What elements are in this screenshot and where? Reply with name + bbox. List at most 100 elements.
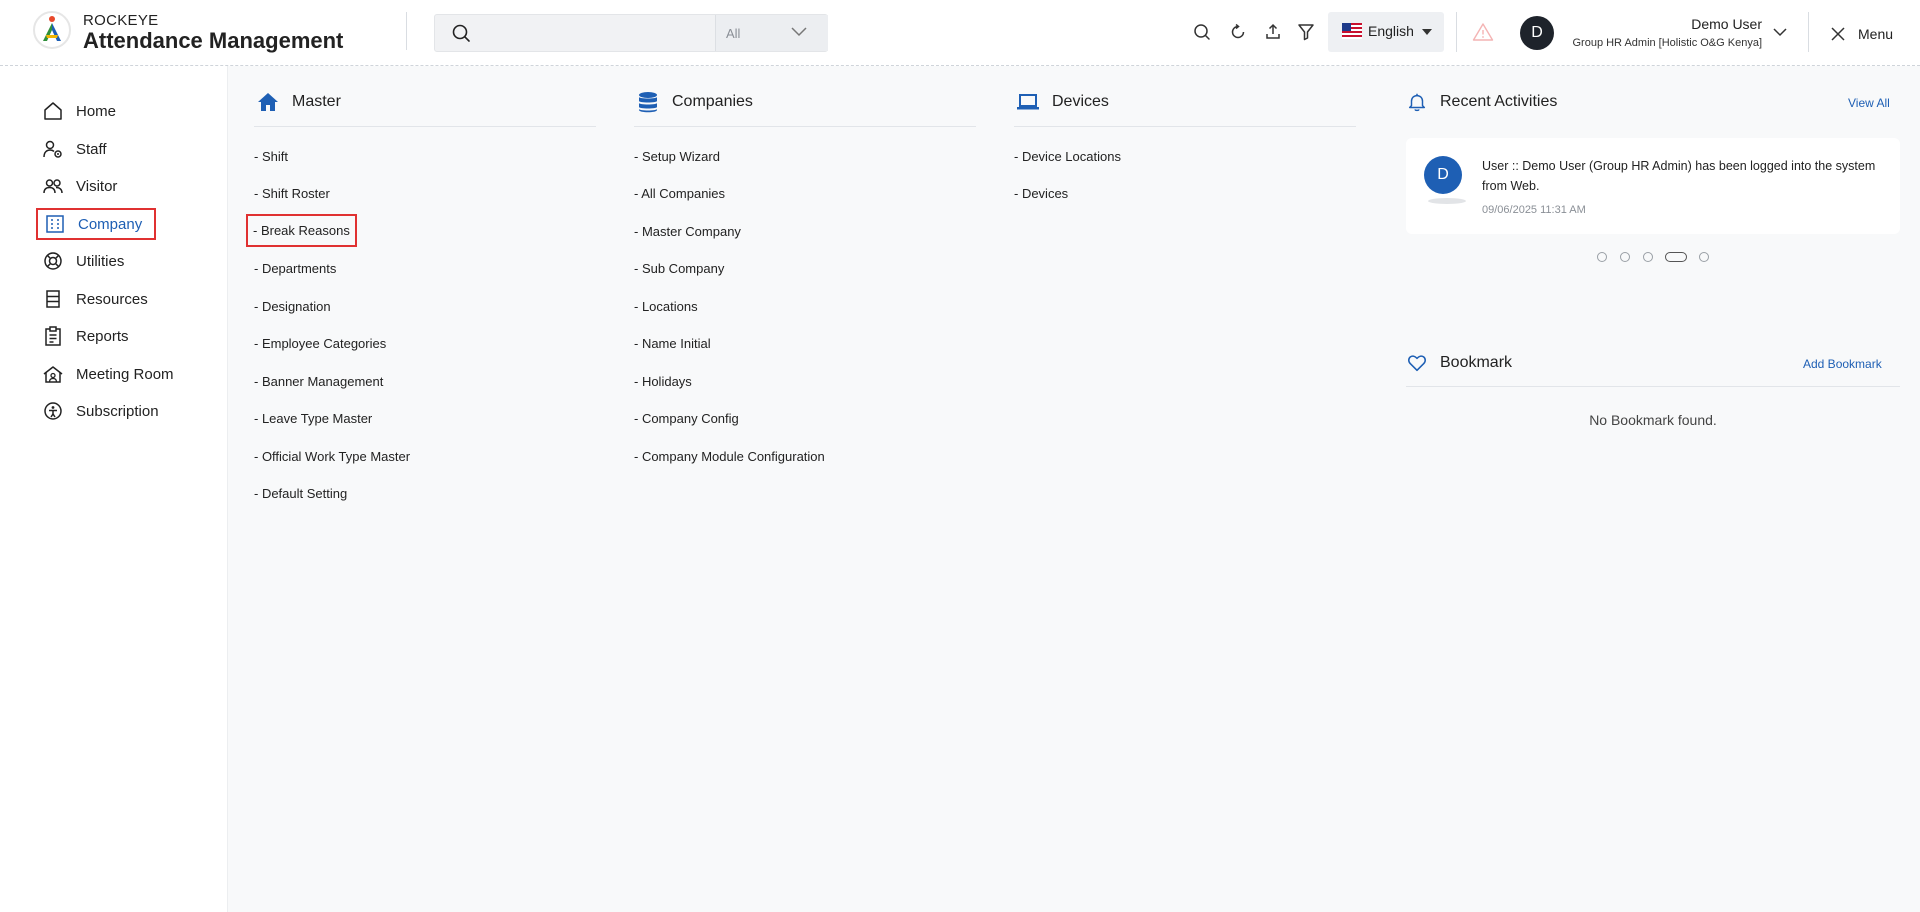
section-divider <box>1014 126 1356 127</box>
sidebar-item-visitor[interactable]: Visitor <box>36 171 123 201</box>
search-icon[interactable] <box>1192 22 1212 42</box>
search-filter-select[interactable]: All <box>715 15 828 51</box>
carousel-dot-5[interactable] <box>1699 252 1709 262</box>
visitor-icon <box>43 179 63 194</box>
devices-link-device-locations[interactable]: - Device Locations <box>1014 149 1121 164</box>
brand-top-label: ROCKEYE <box>83 12 159 29</box>
sidebar-item-label: Resources <box>76 290 148 308</box>
sidebar-item-home[interactable]: Home <box>36 96 122 126</box>
language-selector[interactable]: English <box>1328 12 1444 52</box>
top-header: ROCKEYE Attendance Management All Englis… <box>0 0 1920 66</box>
sidebar-item-reports[interactable]: Reports <box>36 321 135 351</box>
devices-section-header: Devices <box>1016 88 1109 116</box>
add-bookmark-link[interactable]: Add Bookmark <box>1803 357 1882 371</box>
devices-section-title: Devices <box>1052 93 1109 110</box>
caret-down-icon <box>1422 29 1432 35</box>
language-label: English <box>1368 23 1414 39</box>
avatar-shadow <box>1428 198 1466 204</box>
sidebar-item-meeting-room[interactable]: Meeting Room <box>36 359 180 389</box>
view-all-link[interactable]: View All <box>1848 96 1890 110</box>
header-divider <box>406 12 407 50</box>
companies-section-header: Companies <box>636 88 753 116</box>
master-link-leave-type-master[interactable]: - Leave Type Master <box>254 411 372 426</box>
bookmark-empty-message: No Bookmark found. <box>1589 412 1717 428</box>
heart-icon <box>1408 355 1426 372</box>
master-link-official-work-type-master[interactable]: - Official Work Type Master <box>254 449 410 464</box>
sidebar-item-utilities[interactable]: Utilities <box>36 246 130 276</box>
companies-link-master-company[interactable]: - Master Company <box>634 224 741 239</box>
search-icon[interactable] <box>451 23 471 43</box>
companies-link-company-config[interactable]: - Company Config <box>634 411 739 426</box>
staff-icon <box>43 140 62 158</box>
resources-icon <box>46 290 60 308</box>
reports-icon <box>45 326 61 346</box>
sidebar-item-label: Visitor <box>76 177 118 195</box>
devices-link-devices[interactable]: - Devices <box>1014 186 1068 201</box>
chevron-down-icon <box>791 27 807 37</box>
companies-link-sub-company[interactable]: - Sub Company <box>634 261 724 276</box>
company-icon <box>46 215 64 233</box>
companies-link-company-module-configuration[interactable]: - Company Module Configuration <box>634 449 825 464</box>
section-divider <box>634 126 976 127</box>
recent-activities-header: Recent Activities <box>1406 88 1557 116</box>
close-icon[interactable] <box>1830 26 1846 42</box>
app-title: Attendance Management <box>83 28 344 53</box>
meeting-room-icon <box>43 366 63 383</box>
companies-link-locations[interactable]: - Locations <box>634 299 698 314</box>
user-avatar[interactable]: D <box>1520 16 1554 50</box>
activity-card[interactable]: D User :: Demo User (Group HR Admin) has… <box>1406 138 1900 234</box>
sidebar-item-label: Meeting Room <box>76 365 174 383</box>
refresh-icon[interactable] <box>1228 22 1248 42</box>
master-link-banner-management[interactable]: - Banner Management <box>254 374 383 389</box>
sidebar-item-label: Home <box>76 102 117 120</box>
sidebar-item-staff[interactable]: Staff <box>36 134 113 164</box>
carousel-dot-2[interactable] <box>1620 252 1630 262</box>
master-section-header: Master <box>256 88 341 116</box>
user-name[interactable]: Demo User <box>1691 16 1762 32</box>
utilities-icon <box>44 252 62 270</box>
sidebar-item-resources[interactable]: Resources <box>36 284 154 314</box>
carousel-dot-4[interactable] <box>1665 252 1687 262</box>
us-flag-icon <box>1342 23 1362 39</box>
companies-link-setup-wizard[interactable]: - Setup Wizard <box>634 149 720 164</box>
sidebar-item-subscription[interactable]: Subscription <box>36 396 165 426</box>
master-link-employee-categories[interactable]: - Employee Categories <box>254 336 386 351</box>
section-divider <box>1406 386 1900 387</box>
companies-link-name-initial[interactable]: - Name Initial <box>634 336 711 351</box>
search-input[interactable] <box>483 21 743 45</box>
header-divider <box>1456 12 1457 52</box>
upload-icon[interactable] <box>1263 22 1283 42</box>
master-link-shift[interactable]: - Shift <box>254 149 288 164</box>
bookmark-header: Bookmark <box>1406 349 1512 377</box>
bookmark-title: Bookmark <box>1440 354 1513 371</box>
filter-icon[interactable] <box>1296 22 1316 42</box>
sidebar-item-company[interactable]: Company <box>36 208 156 240</box>
companies-section-title: Companies <box>672 93 753 110</box>
master-link-break-reasons[interactable]: - Break Reasons <box>246 214 357 247</box>
user-role: Group HR Admin [Holistic O&G Kenya] <box>1572 37 1762 49</box>
sidebar: Home Staff Visitor Company Utilities Res… <box>0 66 228 912</box>
master-link-shift-roster[interactable]: - Shift Roster <box>254 186 330 201</box>
recent-activities-title: Recent Activities <box>1440 93 1558 110</box>
subscription-icon <box>44 402 62 420</box>
carousel-dot-3[interactable] <box>1643 252 1653 262</box>
activity-text: User :: Demo User (Group HR Admin) has b… <box>1482 159 1876 193</box>
master-link-designation[interactable]: - Designation <box>254 299 331 314</box>
warning-icon[interactable] <box>1472 22 1494 42</box>
home-icon <box>258 93 278 111</box>
sidebar-item-label: Subscription <box>76 402 159 420</box>
global-search: All <box>434 14 828 52</box>
sidebar-item-label: Staff <box>76 140 107 158</box>
companies-link-holidays[interactable]: - Holidays <box>634 374 692 389</box>
menu-toggle-label[interactable]: Menu <box>1858 26 1893 42</box>
search-filter-label: All <box>726 26 741 41</box>
companies-link-all-companies[interactable]: - All Companies <box>634 186 725 201</box>
header-divider <box>1808 12 1809 52</box>
chevron-down-icon[interactable] <box>1772 26 1788 38</box>
rockeye-logo-icon[interactable] <box>32 10 72 50</box>
sidebar-item-label: Utilities <box>76 252 125 270</box>
carousel-dot-1[interactable] <box>1597 252 1607 262</box>
master-link-departments[interactable]: - Departments <box>254 261 336 276</box>
master-section-title: Master <box>292 93 341 110</box>
master-link-default-setting[interactable]: - Default Setting <box>254 486 347 501</box>
